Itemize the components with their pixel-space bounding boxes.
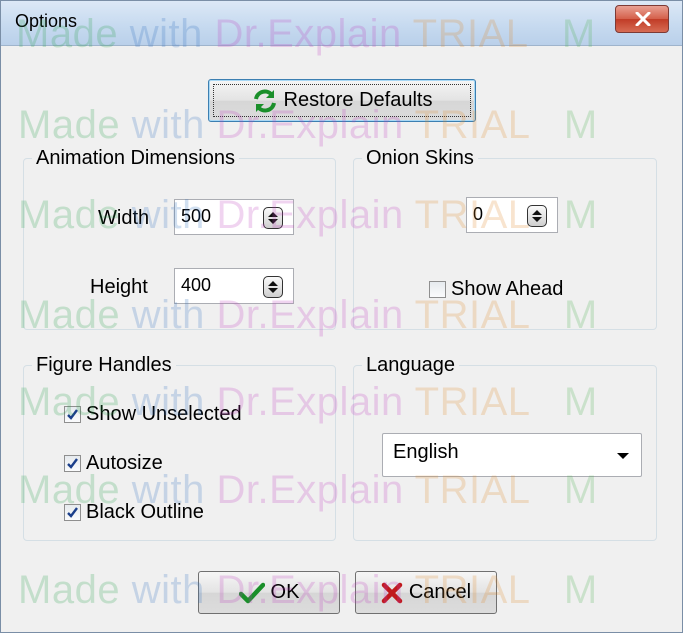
width-value: 500 [181, 206, 212, 226]
restore-defaults-label: Restore Defaults [283, 89, 433, 111]
figure-handles-title: Figure Handles [32, 353, 176, 377]
cancel-label: Cancel [408, 581, 472, 603]
show-unselected-label: Show Unselected [86, 403, 242, 425]
dialog-client-area: Restore Defaults Animation Dimensions Wi… [1, 46, 682, 632]
language-selected-value: English [393, 441, 459, 463]
width-spinner[interactable]: 500 [174, 199, 294, 235]
checkmark-icon [238, 582, 265, 603]
window-title: Options [15, 11, 78, 31]
show-ahead-label: Show Ahead [451, 278, 564, 300]
height-spinner[interactable]: 400 [174, 268, 294, 304]
black-outline-checkbox[interactable]: Black Outline [64, 501, 204, 524]
language-title: Language [362, 353, 459, 377]
language-dropdown[interactable]: English [382, 433, 642, 477]
autosize-box[interactable] [64, 455, 81, 472]
show-unselected-checkbox[interactable]: Show Unselected [64, 403, 242, 426]
autosize-label: Autosize [86, 452, 163, 474]
onion-skins-spin-arrows-icon[interactable] [527, 205, 547, 227]
checkmark-icon [67, 458, 78, 469]
x-icon [381, 582, 403, 603]
options-dialog: Options Restore Defaults Animation Dimen… [0, 0, 683, 633]
onion-skins-title: Onion Skins [362, 146, 478, 170]
height-spin-arrows-icon[interactable] [263, 276, 283, 298]
cancel-button[interactable]: Cancel [355, 571, 497, 614]
language-group: Language English [353, 353, 657, 541]
show-unselected-box[interactable] [64, 406, 81, 423]
ok-label: OK [270, 581, 300, 603]
checkmark-icon [67, 409, 78, 420]
autosize-checkbox[interactable]: Autosize [64, 452, 163, 475]
checkmark-icon [67, 507, 78, 518]
close-button[interactable] [615, 5, 669, 33]
height-label: Height [90, 276, 148, 298]
onion-skins-group: Onion Skins 0 Show Ahead [353, 146, 657, 330]
close-icon [635, 12, 651, 26]
refresh-icon [253, 89, 276, 112]
show-ahead-box[interactable] [429, 281, 446, 298]
black-outline-box[interactable] [64, 504, 81, 521]
animation-dimensions-title: Animation Dimensions [32, 146, 239, 170]
onion-skins-value: 0 [473, 204, 484, 224]
figure-handles-group: Figure Handles Show Unselected Autosize … [23, 353, 336, 541]
show-ahead-checkbox[interactable]: Show Ahead [429, 278, 563, 301]
restore-defaults-button[interactable]: Restore Defaults [208, 79, 476, 122]
title-bar: Options [1, 1, 682, 46]
animation-dimensions-group: Animation Dimensions Width 500 Height 40… [23, 146, 336, 330]
width-spin-arrows-icon[interactable] [263, 207, 283, 229]
height-value: 400 [181, 275, 212, 295]
chevron-down-icon[interactable] [617, 453, 629, 459]
onion-skins-spinner[interactable]: 0 [466, 197, 558, 233]
ok-button[interactable]: OK [198, 571, 340, 614]
black-outline-label: Black Outline [86, 501, 204, 523]
width-label: Width [98, 207, 150, 229]
